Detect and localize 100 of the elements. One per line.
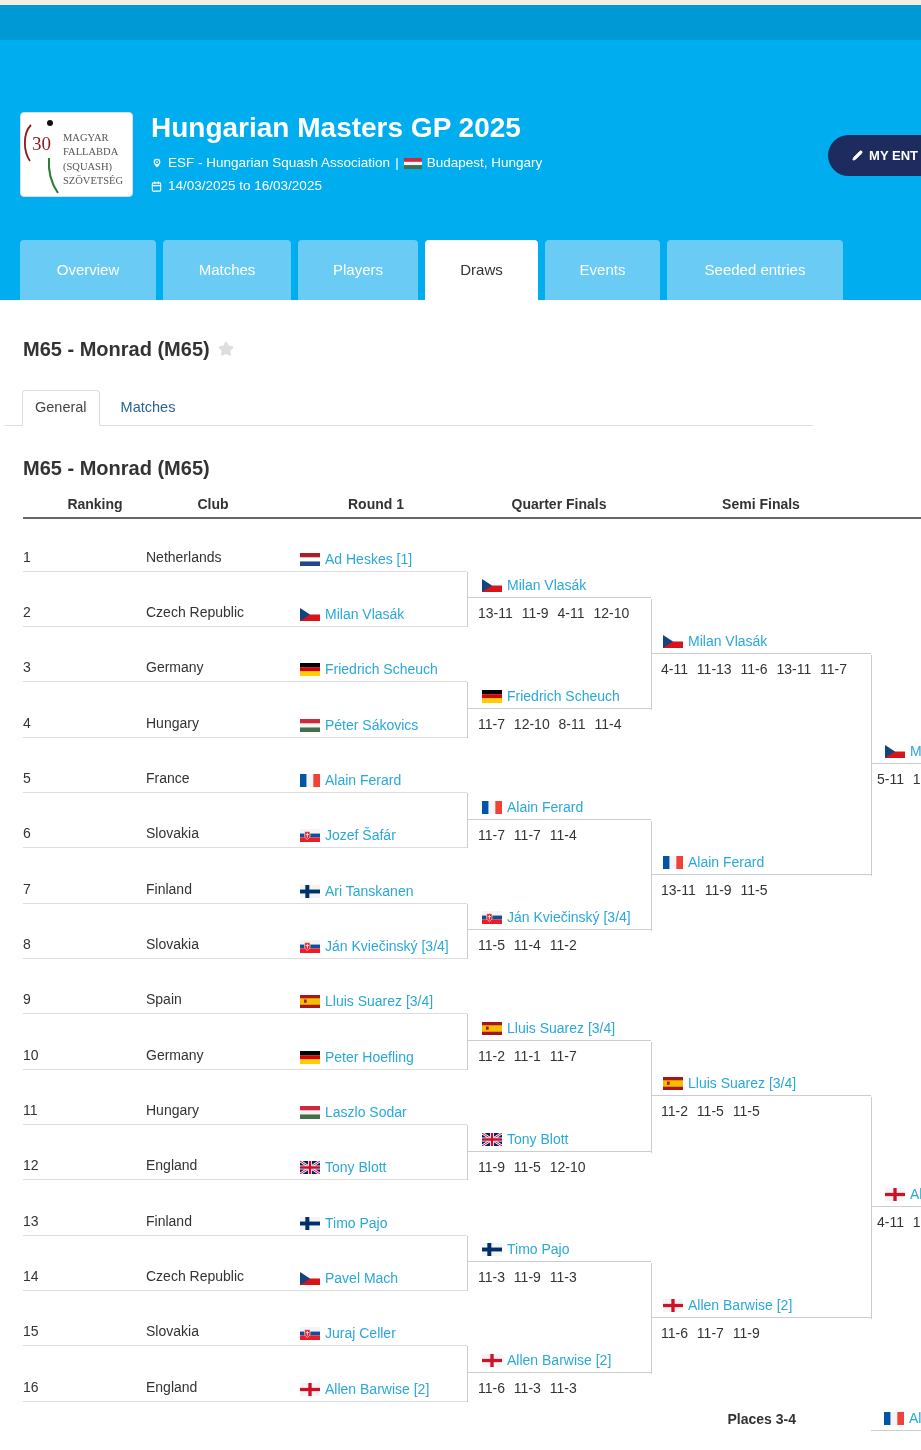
- ranking-cell: 14: [23, 1267, 39, 1284]
- section-tab[interactable]: General: [22, 390, 100, 426]
- nav-tab[interactable]: Draws: [425, 240, 538, 300]
- czech-flag-icon: [300, 1271, 320, 1285]
- slovakia-flag-icon: [482, 911, 502, 925]
- club-cell: France: [146, 769, 190, 786]
- section-tab[interactable]: Matches: [107, 390, 189, 426]
- match-score: 11-7 11-7 11-4: [478, 825, 577, 845]
- finland-flag-icon: [482, 1243, 502, 1257]
- player-link[interactable]: Peter Hoefling: [325, 1046, 414, 1067]
- club-cell: Germany: [146, 1046, 204, 1063]
- player-link[interactable]: Milan Vlasák: [507, 575, 587, 596]
- column-header: Ranking: [67, 495, 123, 514]
- player-link[interactable]: Alain Ferard: [507, 796, 584, 817]
- player-link[interactable]: Ari Tanskanen: [325, 880, 414, 901]
- player-link[interactable]: Alain Ferard: [325, 769, 402, 790]
- ranking-cell: 13: [23, 1212, 39, 1229]
- ranking-cell: 5: [23, 769, 31, 786]
- ranking-cell: 12: [23, 1157, 39, 1174]
- ranking-cell: 1: [23, 548, 31, 565]
- ranking-cell: 4: [23, 714, 31, 731]
- player-link[interactable]: Péter Sákovics: [325, 714, 419, 735]
- column-header: Semi Finals: [722, 495, 800, 514]
- organizer-text: ESF - Hungarian Squash Association: [168, 154, 391, 172]
- player-link[interactable]: Allen Barwise [2]: [507, 1349, 612, 1370]
- match-score: 11-6 11-7 11-9: [661, 1323, 760, 1343]
- club-cell: Netherlands: [146, 548, 222, 565]
- match-score: 11-5 11-4 11-2: [478, 936, 577, 956]
- player-link[interactable]: Tony Blott: [325, 1157, 387, 1178]
- player-link[interactable]: Allen Barwise [2]: [325, 1378, 430, 1399]
- match-score: 11-3 11-9 11-3: [478, 1268, 577, 1288]
- club-cell: Slovakia: [146, 1323, 199, 1340]
- logo-arc-icon: [22, 119, 62, 195]
- club-cell: Czech Republic: [146, 604, 245, 620]
- player-link[interactable]: Friedrich Scheuch: [325, 659, 438, 680]
- spain-flag-icon: [300, 995, 320, 1009]
- slovakia-flag-icon: [300, 829, 320, 843]
- match-score: 11-7 12-10 8-11 11-4: [478, 715, 622, 734]
- logo-text: MAGYAR FALLABDA (SQUASH) SZÖVETSÉG: [63, 131, 124, 188]
- france-flag-icon: [300, 773, 320, 787]
- club-cell: Hungary: [146, 714, 199, 731]
- nav-tab[interactable]: Events: [545, 240, 660, 300]
- match-score: 13-11 11-9 11-5: [661, 881, 768, 900]
- player-link[interactable]: Juraj Celler: [325, 1323, 396, 1344]
- favorite-star-icon[interactable]: [217, 341, 234, 357]
- column-header: Club: [197, 495, 229, 514]
- location-pin-icon: [151, 157, 163, 169]
- nav-tab[interactable]: Matches: [163, 240, 291, 300]
- player-link[interactable]: Laszlo Sodar: [325, 1101, 407, 1122]
- my-entries-button[interactable]: MY ENT: [828, 135, 921, 176]
- player-link[interactable]: Milan Vlasák: [688, 630, 768, 651]
- england-flag-icon: [300, 1382, 320, 1396]
- ranking-cell: 2: [23, 604, 31, 620]
- finland-flag-icon: [300, 1216, 320, 1230]
- slovakia-flag-icon: [300, 1327, 320, 1341]
- player-link[interactable]: Alain Ferard: [688, 852, 765, 872]
- player-link[interactable]: Pavel Mach: [325, 1267, 399, 1288]
- france-flag-icon: [663, 856, 683, 869]
- player-link[interactable]: Lluis Suarez [3/4]: [688, 1073, 797, 1094]
- ranking-cell: 15: [23, 1323, 39, 1340]
- finland-flag-icon: [300, 884, 320, 898]
- player-link[interactable]: Al: [909, 1408, 921, 1429]
- player-link[interactable]: Allen Barwise [2]: [688, 1294, 793, 1315]
- dates-text: 14/03/2025 to 16/03/2025: [168, 177, 322, 195]
- france-flag-icon: [482, 800, 502, 814]
- player-link[interactable]: Ján Kviečinský [3/4]: [325, 935, 449, 956]
- ranking-cell: 11: [23, 1101, 38, 1118]
- czech-flag-icon: [663, 634, 683, 648]
- player-link[interactable]: M: [910, 741, 921, 762]
- england-flag-icon: [663, 1298, 683, 1312]
- club-cell: Hungary: [146, 1101, 199, 1118]
- player-link[interactable]: Ad Heskes [1]: [325, 548, 413, 569]
- player-link[interactable]: Timo Pajo: [325, 1212, 388, 1233]
- player-link[interactable]: Timo Pajo: [507, 1239, 570, 1260]
- match-score: 13-11 11-9 4-11 12-10: [478, 604, 630, 624]
- player-link[interactable]: Lluis Suarez [3/4]: [325, 991, 434, 1012]
- hungary-flag-icon: [300, 718, 320, 732]
- player-link[interactable]: Lluis Suarez [3/4]: [507, 1017, 616, 1038]
- germany-flag-icon: [300, 663, 320, 677]
- club-cell: Germany: [146, 659, 204, 676]
- czech-flag-icon: [482, 579, 502, 593]
- match-score: 4-11 11-13 11-6 13-11 11-7: [661, 659, 848, 679]
- nav-tab[interactable]: Players: [298, 240, 418, 300]
- match-score: 11-2 11-1 11-7: [478, 1046, 577, 1066]
- ranking-cell: 6: [23, 825, 31, 842]
- player-link[interactable]: Al: [910, 1184, 921, 1204]
- match-score: 11-9 11-5 12-10: [478, 1157, 586, 1177]
- nav-tab[interactable]: Seeded entries: [667, 240, 843, 300]
- draw-title: M65 - Monrad (M65): [23, 337, 210, 362]
- separator-text: |: [395, 154, 399, 172]
- nav-tab[interactable]: Overview: [20, 240, 156, 300]
- player-link[interactable]: Tony Blott: [507, 1128, 569, 1149]
- calendar-icon: [151, 180, 162, 192]
- club-cell: Slovakia: [146, 935, 199, 952]
- player-link[interactable]: Friedrich Scheuch: [507, 686, 620, 706]
- spain-flag-icon: [663, 1077, 683, 1091]
- player-link[interactable]: Milan Vlasák: [325, 604, 405, 624]
- ranking-cell: 8: [23, 935, 31, 952]
- player-link[interactable]: Ján Kviečinský [3/4]: [507, 907, 631, 928]
- player-link[interactable]: Jozef Šafár: [325, 825, 396, 846]
